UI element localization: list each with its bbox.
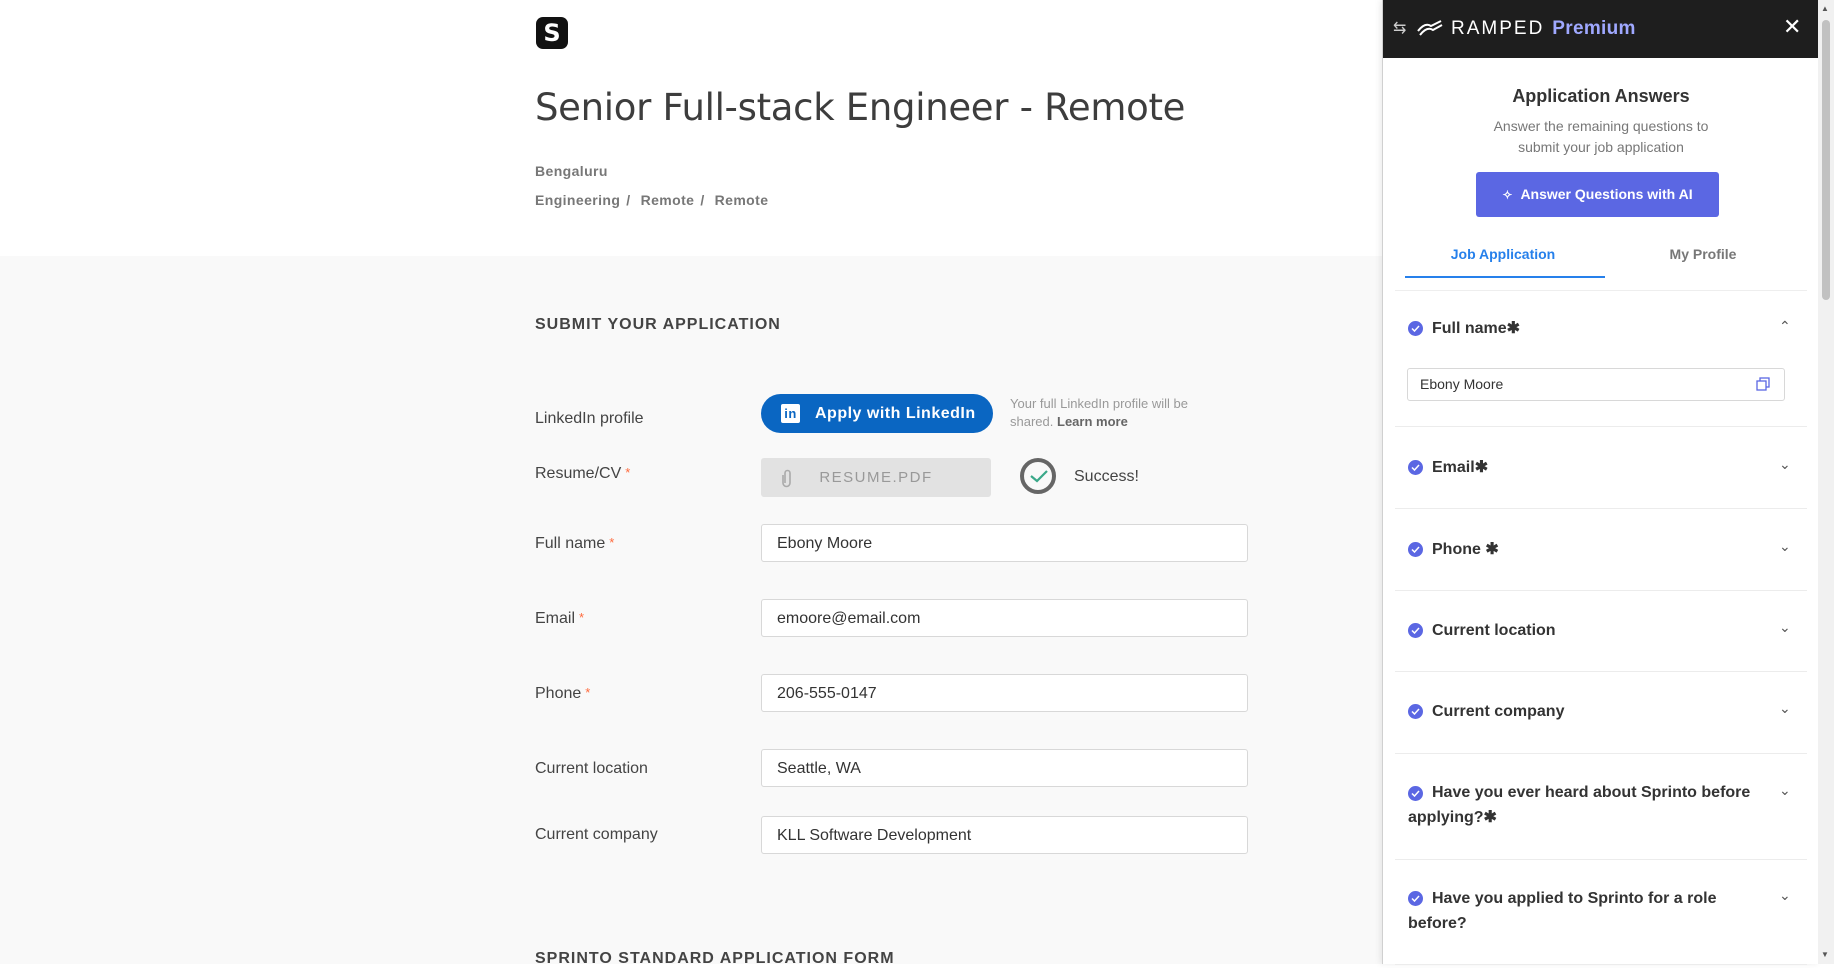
question-label: Current location: [1432, 622, 1556, 639]
resume-label: Resume/CV *: [535, 465, 631, 482]
email-label: Email *: [535, 610, 585, 627]
linkedin-label: LinkedIn profile: [535, 410, 644, 427]
section-title: SUBMIT YOUR APPLICATION: [535, 316, 781, 333]
ramped-extension-panel: ⇆ RAMPED Premium ✕ Application Answers An…: [1382, 0, 1819, 965]
tab-job-application[interactable]: Job Application: [1403, 246, 1603, 262]
success-check-icon: [1020, 458, 1056, 494]
ramped-logo-icon: [1417, 20, 1443, 36]
question-full-name[interactable]: Full name✱ ⌃: [1395, 292, 1807, 427]
panel-subtitle: Answer the remaining questions to submit…: [1493, 118, 1709, 155]
category-commitment: Remote: [714, 192, 769, 208]
question-label: Full name✱: [1432, 320, 1521, 337]
chevron-down-icon[interactable]: ⌄: [1779, 700, 1791, 717]
apply-with-linkedin-button[interactable]: in Apply with LinkedIn: [761, 394, 993, 433]
question-current-location[interactable]: Current location ⌄: [1395, 590, 1807, 672]
full-name-label: Full name *: [535, 535, 615, 552]
job-categories: Engineering / Remote / Remote: [535, 192, 769, 208]
window-edge: [1834, 0, 1846, 964]
scroll-down-arrow-icon[interactable]: ▼: [1821, 950, 1829, 959]
scrollbar-thumb[interactable]: [1822, 20, 1830, 300]
magic-wand-icon: ✧: [1502, 188, 1513, 202]
question-email[interactable]: Email✱ ⌄: [1395, 426, 1807, 509]
chevron-up-icon[interactable]: ⌃: [1779, 318, 1791, 335]
chevron-down-icon[interactable]: ⌄: [1779, 619, 1791, 636]
question-label: Have you applied to Sprinto for a role b…: [1408, 890, 1717, 932]
paperclip-icon: [781, 458, 793, 512]
question-label: Have you ever heard about Sprinto before…: [1408, 784, 1751, 826]
close-icon[interactable]: ✕: [1783, 14, 1801, 40]
active-tab-indicator: [1405, 276, 1605, 278]
full-name-answer-field[interactable]: Ebony Moore: [1407, 368, 1785, 401]
company-logo[interactable]: S: [536, 17, 568, 49]
category-workplace: Remote: [640, 192, 695, 208]
email-input[interactable]: emoore@email.com: [761, 599, 1248, 637]
scroll-up-arrow-icon[interactable]: ▲: [1821, 4, 1829, 13]
question-label: Email✱: [1432, 459, 1489, 476]
question-phone[interactable]: Phone ✱ ⌄: [1395, 508, 1807, 591]
phone-input[interactable]: 206-555-0147: [761, 674, 1248, 712]
tab-divider: [1395, 290, 1807, 291]
job-title: Senior Full-stack Engineer - Remote: [535, 86, 1186, 129]
linkedin-icon: in: [781, 404, 800, 423]
chevron-down-icon[interactable]: ⌄: [1779, 538, 1791, 555]
resume-filename: RESUME.PDF: [819, 469, 933, 486]
question-heard-about-sprinto[interactable]: Have you ever heard about Sprinto before…: [1395, 753, 1807, 860]
panel-header: ⇆ RAMPED Premium ✕: [1383, 0, 1819, 58]
upload-status: Success!: [1074, 468, 1139, 485]
question-current-company[interactable]: Current company ⌄: [1395, 671, 1807, 754]
panel-title: Application Answers: [1512, 86, 1690, 106]
answer-with-ai-button[interactable]: ✧ Answer Questions with AI: [1476, 172, 1719, 217]
question-label: Phone ✱: [1432, 541, 1499, 558]
full-name-input[interactable]: Ebony Moore: [761, 524, 1248, 562]
question-label: Current company: [1432, 703, 1565, 720]
job-location: Bengaluru: [535, 163, 608, 179]
chevron-down-icon[interactable]: ⌄: [1779, 782, 1791, 799]
job-header: S Senior Full-stack Engineer - Remote Be…: [0, 0, 1382, 256]
phone-label: Phone *: [535, 685, 591, 702]
tab-my-profile[interactable]: My Profile: [1603, 246, 1803, 262]
copy-icon[interactable]: [1756, 377, 1770, 391]
swap-arrows-icon[interactable]: ⇆: [1393, 18, 1406, 38]
brand-name: RAMPED Premium: [1451, 18, 1636, 39]
resume-upload-button[interactable]: RESUME.PDF: [761, 458, 991, 497]
question-applied-before[interactable]: Have you applied to Sprinto for a role b…: [1395, 859, 1807, 965]
current-company-label: Current company: [535, 826, 658, 843]
chevron-down-icon[interactable]: ⌄: [1779, 887, 1791, 904]
next-section-title: SPRINTO STANDARD APPLICATION FORM: [535, 950, 895, 967]
chevron-down-icon[interactable]: ⌄: [1779, 456, 1791, 473]
brand-tier: Premium: [1552, 18, 1636, 39]
current-location-input[interactable]: Seattle, WA: [761, 749, 1248, 787]
category-department: Engineering: [535, 192, 621, 208]
learn-more-link[interactable]: Learn more: [1057, 414, 1128, 429]
linkedin-note: Your full LinkedIn profile will be share…: [1010, 396, 1189, 429]
current-company-input[interactable]: KLL Software Development: [761, 816, 1248, 854]
current-location-label: Current location: [535, 760, 648, 777]
required-marker: *: [625, 465, 631, 480]
